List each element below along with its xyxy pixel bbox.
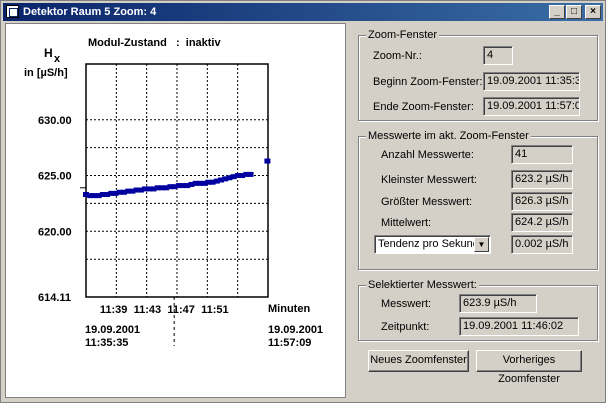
- app-window: Detektor Raum 5 Zoom: 4 _ □ × H x in [µS…: [0, 0, 606, 403]
- count-label: Anzahl Messwerte:: [381, 149, 474, 161]
- trend-select-value: Tendenz pro Sekunde: [378, 238, 486, 250]
- info-panel: Zoom-Fenster Zoom-Nr.: 4 Beginn Zoom-Fen…: [350, 23, 602, 398]
- measurement-chart[interactable]: H x in [µS/h] Modul-Zustand : inaktiv 63…: [6, 24, 347, 399]
- new-zoom-button[interactable]: Neues Zoomfenster: [368, 350, 469, 372]
- zoom-end-label: Ende Zoom-Fenster:: [373, 101, 474, 113]
- window-title: Detektor Raum 5 Zoom: 4: [23, 6, 157, 18]
- y-tick-label: 614.11: [38, 292, 71, 304]
- x-tick-label: 11:43: [134, 304, 162, 316]
- start-time: 11:35:35: [85, 337, 128, 349]
- selected-value-label: Messwert:: [381, 298, 432, 310]
- start-date: 19.09.2001: [85, 324, 140, 336]
- trend-select[interactable]: Tendenz pro Sekunde ▼: [374, 235, 491, 254]
- zoom-window-group: Zoom-Fenster Zoom-Nr.: 4 Beginn Zoom-Fen…: [358, 29, 598, 121]
- y-title-marker: x: [54, 53, 61, 65]
- modul-status: Modul-Zustand : inaktiv: [88, 37, 221, 49]
- selected-value-field: 623.9 µS/h: [459, 294, 537, 313]
- min-field: 623.2 µS/h: [511, 170, 573, 189]
- window-icon: [6, 5, 19, 18]
- chevron-down-icon[interactable]: ▼: [474, 237, 489, 252]
- x-axis-label: Minuten: [268, 303, 310, 315]
- zoom-nr-label: Zoom-Nr.:: [373, 50, 422, 62]
- title-bar[interactable]: Detektor Raum 5 Zoom: 4 _ □ ×: [3, 3, 603, 21]
- minimize-button[interactable]: _: [549, 5, 565, 19]
- end-date: 19.09.2001: [268, 324, 323, 336]
- plot-grid: 630.00 625.00 620.00 614.11 11:39 11:43 11:47 1…: [38, 63, 269, 346]
- selected-time-field: 19.09.2001 11:46:02: [459, 317, 579, 336]
- zoom-end-field: 19.09.2001 11:57:09: [483, 97, 580, 116]
- y-axis-unit: in [µS/h]: [24, 67, 68, 79]
- zoom-begin-label: Beginn Zoom-Fenster:: [373, 76, 483, 88]
- mean-field: 624.2 µS/h: [511, 213, 573, 232]
- y-title-symbol: H: [44, 46, 53, 60]
- measurements-group-title: Messwerte im akt. Zoom-Fenster: [366, 130, 531, 142]
- zoom-group-title: Zoom-Fenster: [366, 29, 440, 41]
- y-tick-label: 620.00: [38, 226, 72, 238]
- previous-zoom-button[interactable]: Vorheriges Zoomfenster: [476, 350, 582, 385]
- max-label: Größter Messwert:: [381, 196, 473, 208]
- measurements-group: Messwerte im akt. Zoom-Fenster Anzahl Me…: [358, 130, 598, 270]
- zoom-begin-field: 19.09.2001 11:35:35: [483, 72, 580, 91]
- close-button[interactable]: ×: [585, 5, 601, 19]
- selected-time-label: Zeitpunkt:: [381, 321, 430, 333]
- data-point: [264, 158, 271, 164]
- y-tick-label: 630.00: [38, 115, 72, 127]
- x-tick-label: 11:39: [100, 304, 128, 316]
- min-label: Kleinster Messwert:: [381, 174, 477, 186]
- end-time: 11:57:09: [268, 337, 311, 349]
- mean-label: Mittelwert:: [381, 217, 432, 229]
- selected-group-title: Selektierter Messwert:: [366, 279, 479, 291]
- x-tick-label: 11:51: [201, 304, 229, 316]
- plot-panel: H x in [µS/h] Modul-Zustand : inaktiv 63…: [5, 23, 346, 398]
- max-field: 626.3 µS/h: [511, 192, 573, 211]
- y-tick-label: 625.00: [38, 171, 72, 183]
- x-tick-label: 11:47: [167, 304, 195, 316]
- trend-field: 0.002 µS/h: [511, 235, 573, 254]
- maximize-button[interactable]: □: [566, 5, 582, 19]
- data-point: [247, 171, 254, 177]
- selected-value-group: Selektierter Messwert: Messwert: 623.9 µ…: [358, 279, 598, 341]
- zoom-nr-field: 4: [483, 46, 513, 65]
- count-field: 41: [511, 145, 573, 164]
